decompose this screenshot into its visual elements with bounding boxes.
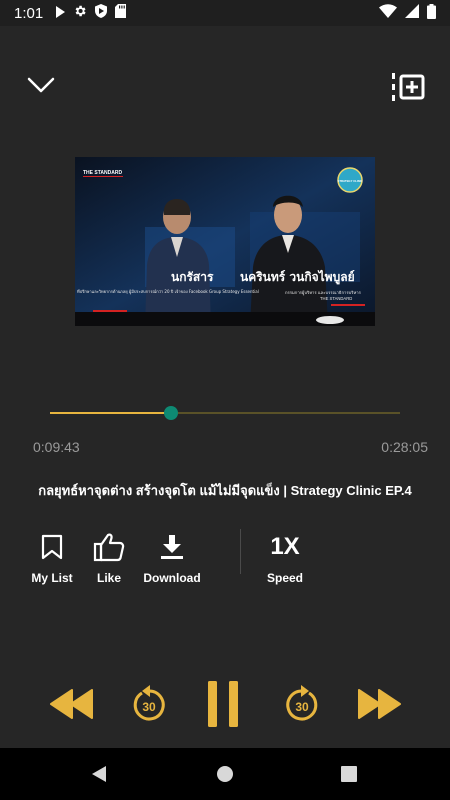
video-thumbnail[interactable]: THE STANDARD STRATEGY CLINIC นกรัสาร ที่… [75,157,375,326]
chevron-down-icon [27,77,55,93]
pause-icon [208,681,238,727]
actions-divider [240,529,241,574]
status-bar: 1:01 [0,0,450,26]
replay-30-button[interactable]: 30 [131,684,167,729]
signal-icon [405,4,419,22]
rewind-button[interactable] [50,689,94,724]
pause-button[interactable] [207,680,239,733]
bookmark-icon [41,534,63,560]
nav-home-button[interactable] [216,765,234,788]
replay-30-icon: 30 [133,685,165,721]
fast-forward-button[interactable] [357,689,401,724]
forward-30-button[interactable]: 30 [284,684,320,729]
episode-title: กลยุทธ์หาจุดต่าง สร้างจุดโต แม้ไม่มีจุดแ… [38,483,412,498]
play-icon [55,5,66,22]
rewind-icon [50,689,93,719]
video-frame: THE STANDARD STRATEGY CLINIC นกรัสาร ที่… [75,157,375,326]
home-icon [217,766,233,782]
total-duration: 0:28:05 [381,439,428,455]
like-button[interactable]: Like [74,531,144,585]
nav-back-button[interactable] [91,765,107,788]
shield-icon [95,4,108,22]
download-label: Download [143,571,201,585]
playback-speed-button[interactable]: 1X Speed [250,531,320,585]
status-time: 1:01 [14,4,44,22]
speed-label: Speed [266,571,303,585]
thumb-host-name: นครินทร์ วนกิจไพบูลย์ [240,269,355,285]
elapsed-time: 0:09:43 [33,439,80,455]
speed-value: 1X [270,533,300,560]
battery-icon [427,3,436,23]
thumb-brand: THE STANDARD [83,170,122,176]
thumbs-up-icon [93,533,125,562]
wifi-icon [379,4,397,22]
forward-seconds-label: 30 [295,700,309,714]
download-icon [161,535,183,559]
replay-seconds-label: 30 [142,700,156,714]
thumb-host-org: THE STANDARD [320,296,352,301]
thumb-badge: STRATEGY CLINIC [337,179,362,183]
recents-icon [341,766,357,782]
back-icon [92,766,106,782]
collapse-player-button[interactable] [26,72,56,98]
playlist-add-icon [392,73,425,101]
add-to-playlist-button[interactable] [390,71,426,103]
download-button[interactable]: Download [137,531,207,585]
fast-forward-icon [358,689,401,719]
progress-thumb[interactable] [164,406,179,420]
gear-icon [73,4,87,22]
progress-fill [50,412,172,414]
thumb-guest-name: นกรัสาร [171,270,214,284]
like-label: Like [96,571,121,585]
sd-card-icon [115,4,127,22]
playback-progress-slider[interactable] [50,405,400,421]
forward-30-icon: 30 [286,685,318,721]
my-list-label: My List [31,571,73,585]
nav-recents-button[interactable] [340,765,358,788]
system-navigation-bar [0,748,450,800]
